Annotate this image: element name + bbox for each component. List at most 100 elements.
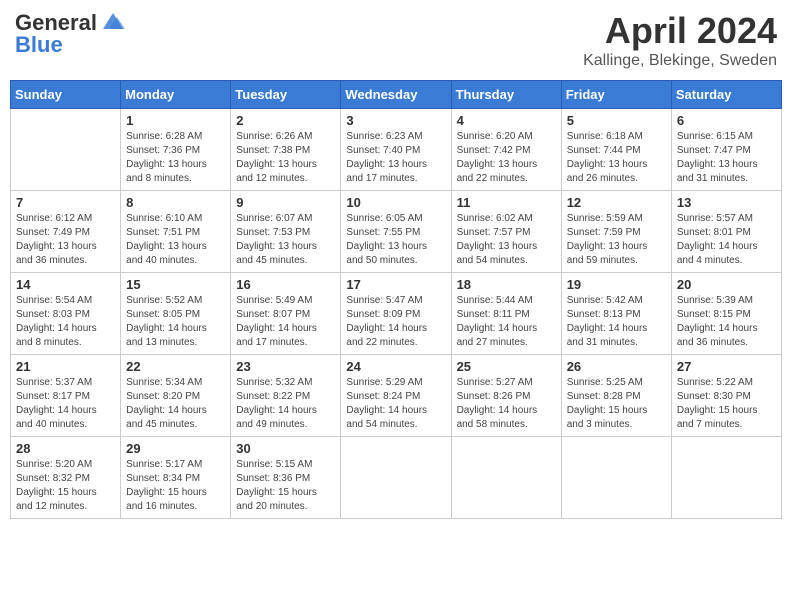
day-number: 4 — [457, 113, 556, 128]
calendar-cell: 10 Sunrise: 6:05 AM Sunset: 7:55 PM Dayli… — [341, 191, 451, 273]
day-info: Sunrise: 6:15 AM Sunset: 7:47 PM Dayligh… — [677, 130, 776, 186]
calendar-cell: 20 Sunrise: 5:39 AM Sunset: 8:15 PM Dayli… — [671, 273, 781, 355]
day-info: Sunrise: 5:34 AM Sunset: 8:20 PM Dayligh… — [126, 376, 225, 432]
day-info: Sunrise: 6:10 AM Sunset: 7:51 PM Dayligh… — [126, 212, 225, 268]
page-header: General Blue April 2024 Kallinge, Blekin… — [10, 10, 782, 70]
calendar-cell — [11, 109, 121, 191]
day-number: 26 — [567, 359, 666, 374]
day-number: 6 — [677, 113, 776, 128]
day-number: 19 — [567, 277, 666, 292]
day-info: Sunrise: 5:32 AM Sunset: 8:22 PM Dayligh… — [236, 376, 335, 432]
calendar-cell: 26Sunrise: 5:25 AM Sunset: 8:28 PM Dayli… — [561, 355, 671, 437]
calendar-cell: 17 Sunrise: 5:47 AM Sunset: 8:09 PM Dayli… — [341, 273, 451, 355]
week-row-4: 21 Sunrise: 5:37 AM Sunset: 8:17 PM Dayli… — [11, 355, 782, 437]
calendar-cell: 29Sunrise: 5:17 AM Sunset: 8:34 PM Dayli… — [121, 437, 231, 519]
day-number: 20 — [677, 277, 776, 292]
day-info: Sunrise: 5:52 AM Sunset: 8:05 PM Dayligh… — [126, 294, 225, 350]
day-number: 25 — [457, 359, 556, 374]
week-row-5: 28 Sunrise: 5:20 AM Sunset: 8:32 PM Dayli… — [11, 437, 782, 519]
day-number: 2 — [236, 113, 335, 128]
day-info: Sunrise: 5:49 AM Sunset: 8:07 PM Dayligh… — [236, 294, 335, 350]
calendar-cell — [671, 437, 781, 519]
calendar-table: SundayMondayTuesdayWednesdayThursdayFrid… — [10, 80, 782, 519]
day-number: 3 — [346, 113, 445, 128]
calendar-cell — [561, 437, 671, 519]
day-info: Sunrise: 6:26 AM Sunset: 7:38 PM Dayligh… — [236, 130, 335, 186]
calendar-cell: 5 Sunrise: 6:18 AM Sunset: 7:44 PM Daylig… — [561, 109, 671, 191]
calendar-cell: 27 Sunrise: 5:22 AM Sunset: 8:30 PM Dayli… — [671, 355, 781, 437]
day-info: Sunrise: 5:15 AM Sunset: 8:36 PM Dayligh… — [236, 458, 335, 514]
calendar-cell: 14 Sunrise: 5:54 AM Sunset: 8:03 PM Dayli… — [11, 273, 121, 355]
day-number: 29 — [126, 441, 225, 456]
day-number: 27 — [677, 359, 776, 374]
day-header-wednesday: Wednesday — [341, 81, 451, 109]
day-number: 21 — [16, 359, 115, 374]
day-header-tuesday: Tuesday — [231, 81, 341, 109]
day-info: Sunrise: 5:59 AM Sunset: 7:59 PM Dayligh… — [567, 212, 666, 268]
day-number: 11 — [457, 195, 556, 210]
day-info: Sunrise: 5:39 AM Sunset: 8:15 PM Dayligh… — [677, 294, 776, 350]
calendar-cell: 11 Sunrise: 6:02 AM Sunset: 7:57 PM Dayli… — [451, 191, 561, 273]
logo-text-blue: Blue — [15, 32, 63, 58]
calendar-cell: 9 Sunrise: 6:07 AM Sunset: 7:53 PM Daylig… — [231, 191, 341, 273]
calendar-cell: 2 Sunrise: 6:26 AM Sunset: 7:38 PM Daylig… — [231, 109, 341, 191]
day-number: 9 — [236, 195, 335, 210]
day-number: 16 — [236, 277, 335, 292]
logo: General Blue — [15, 10, 127, 58]
day-number: 13 — [677, 195, 776, 210]
day-number: 17 — [346, 277, 445, 292]
day-info: Sunrise: 6:20 AM Sunset: 7:42 PM Dayligh… — [457, 130, 556, 186]
calendar-cell: 15Sunrise: 5:52 AM Sunset: 8:05 PM Dayli… — [121, 273, 231, 355]
calendar-cell: 3 Sunrise: 6:23 AM Sunset: 7:40 PM Daylig… — [341, 109, 451, 191]
location-title: Kallinge, Blekinge, Sweden — [583, 52, 777, 70]
week-row-2: 7Sunrise: 6:12 AM Sunset: 7:49 PM Daylig… — [11, 191, 782, 273]
day-number: 5 — [567, 113, 666, 128]
day-info: Sunrise: 5:54 AM Sunset: 8:03 PM Dayligh… — [16, 294, 115, 350]
calendar-cell: 22 Sunrise: 5:34 AM Sunset: 8:20 PM Dayli… — [121, 355, 231, 437]
day-info: Sunrise: 6:12 AM Sunset: 7:49 PM Dayligh… — [16, 212, 115, 268]
week-row-3: 14 Sunrise: 5:54 AM Sunset: 8:03 PM Dayli… — [11, 273, 782, 355]
calendar-cell: 28 Sunrise: 5:20 AM Sunset: 8:32 PM Dayli… — [11, 437, 121, 519]
day-number: 14 — [16, 277, 115, 292]
day-info: Sunrise: 6:05 AM Sunset: 7:55 PM Dayligh… — [346, 212, 445, 268]
day-number: 22 — [126, 359, 225, 374]
day-info: Sunrise: 5:22 AM Sunset: 8:30 PM Dayligh… — [677, 376, 776, 432]
calendar-cell: 8 Sunrise: 6:10 AM Sunset: 7:51 PM Daylig… — [121, 191, 231, 273]
calendar-header-row: SundayMondayTuesdayWednesdayThursdayFrid… — [11, 81, 782, 109]
day-info: Sunrise: 6:02 AM Sunset: 7:57 PM Dayligh… — [457, 212, 556, 268]
calendar-cell: 23 Sunrise: 5:32 AM Sunset: 8:22 PM Dayli… — [231, 355, 341, 437]
calendar-cell: 4 Sunrise: 6:20 AM Sunset: 7:42 PM Daylig… — [451, 109, 561, 191]
day-header-thursday: Thursday — [451, 81, 561, 109]
week-row-1: 1Sunrise: 6:28 AM Sunset: 7:36 PM Daylig… — [11, 109, 782, 191]
calendar-cell: 21 Sunrise: 5:37 AM Sunset: 8:17 PM Dayli… — [11, 355, 121, 437]
day-info: Sunrise: 5:47 AM Sunset: 8:09 PM Dayligh… — [346, 294, 445, 350]
day-number: 18 — [457, 277, 556, 292]
day-header-monday: Monday — [121, 81, 231, 109]
day-number: 23 — [236, 359, 335, 374]
calendar-cell — [451, 437, 561, 519]
calendar-cell: 13 Sunrise: 5:57 AM Sunset: 8:01 PM Dayli… — [671, 191, 781, 273]
calendar-cell: 25Sunrise: 5:27 AM Sunset: 8:26 PM Dayli… — [451, 355, 561, 437]
day-info: Sunrise: 5:44 AM Sunset: 8:11 PM Dayligh… — [457, 294, 556, 350]
calendar-cell: 6 Sunrise: 6:15 AM Sunset: 7:47 PM Daylig… — [671, 109, 781, 191]
day-info: Sunrise: 6:23 AM Sunset: 7:40 PM Dayligh… — [346, 130, 445, 186]
day-number: 10 — [346, 195, 445, 210]
day-info: Sunrise: 5:29 AM Sunset: 8:24 PM Dayligh… — [346, 376, 445, 432]
day-info: Sunrise: 5:20 AM Sunset: 8:32 PM Dayligh… — [16, 458, 115, 514]
title-section: April 2024 Kallinge, Blekinge, Sweden — [583, 10, 777, 70]
calendar-cell: 18 Sunrise: 5:44 AM Sunset: 8:11 PM Dayli… — [451, 273, 561, 355]
day-info: Sunrise: 6:18 AM Sunset: 7:44 PM Dayligh… — [567, 130, 666, 186]
day-number: 28 — [16, 441, 115, 456]
day-info: Sunrise: 5:57 AM Sunset: 8:01 PM Dayligh… — [677, 212, 776, 268]
calendar-cell: 16 Sunrise: 5:49 AM Sunset: 8:07 PM Dayli… — [231, 273, 341, 355]
calendar-cell: 7Sunrise: 6:12 AM Sunset: 7:49 PM Daylig… — [11, 191, 121, 273]
calendar-cell — [341, 437, 451, 519]
day-header-friday: Friday — [561, 81, 671, 109]
calendar-cell: 24Sunrise: 5:29 AM Sunset: 8:24 PM Dayli… — [341, 355, 451, 437]
calendar-cell: 1Sunrise: 6:28 AM Sunset: 7:36 PM Daylig… — [121, 109, 231, 191]
day-header-saturday: Saturday — [671, 81, 781, 109]
month-title: April 2024 — [583, 10, 777, 52]
day-info: Sunrise: 6:07 AM Sunset: 7:53 PM Dayligh… — [236, 212, 335, 268]
day-info: Sunrise: 5:37 AM Sunset: 8:17 PM Dayligh… — [16, 376, 115, 432]
day-number: 8 — [126, 195, 225, 210]
